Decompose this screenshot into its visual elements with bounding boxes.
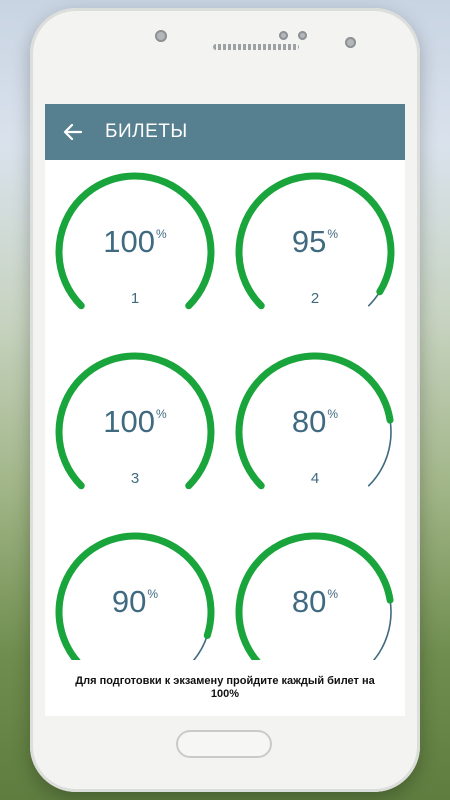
app-screen: БИЛЕТЫ 100% 1 95% 2 100% 3 80% 4 90% 80%…: [45, 104, 405, 716]
ticket-percent: 95%: [291, 224, 339, 259]
ticket-number: 3: [130, 470, 140, 487]
arrow-back-icon: [63, 123, 83, 141]
camera-icon: [345, 37, 356, 48]
front-camera-icon: [155, 30, 167, 42]
ticket-card-5[interactable]: 90%: [45, 522, 225, 660]
ticket-percent: 90%: [111, 584, 159, 619]
home-button[interactable]: [176, 730, 272, 758]
sensor-icon: [279, 31, 288, 40]
ticket-percent: 80%: [291, 584, 339, 619]
ticket-percent: 100%: [103, 224, 167, 259]
page-title: БИЛЕТЫ: [105, 121, 188, 142]
ticket-card-2[interactable]: 95% 2: [225, 162, 405, 342]
ticket-number: 4: [310, 470, 320, 487]
exam-hint: Для подготовки к экзамену пройдите кажды…: [45, 660, 405, 716]
sensor-icon: [298, 31, 307, 40]
earpiece-speaker: [213, 44, 299, 50]
back-button[interactable]: [45, 104, 101, 160]
ticket-card-4[interactable]: 80% 4: [225, 342, 405, 522]
ticket-card-1[interactable]: 100% 1: [45, 162, 225, 342]
ticket-card-6[interactable]: 80%: [225, 522, 405, 660]
progress-track: [192, 634, 209, 660]
ticket-number: 2: [310, 290, 320, 307]
ticket-percent: 80%: [291, 404, 339, 439]
ticket-card-3[interactable]: 100% 3: [45, 342, 225, 522]
app-bar: БИЛЕТЫ: [45, 104, 405, 160]
ticket-number: 1: [130, 290, 140, 307]
ticket-percent: 100%: [103, 404, 167, 439]
tickets-grid: 100% 1 95% 2 100% 3 80% 4 90% 80%: [45, 160, 405, 660]
